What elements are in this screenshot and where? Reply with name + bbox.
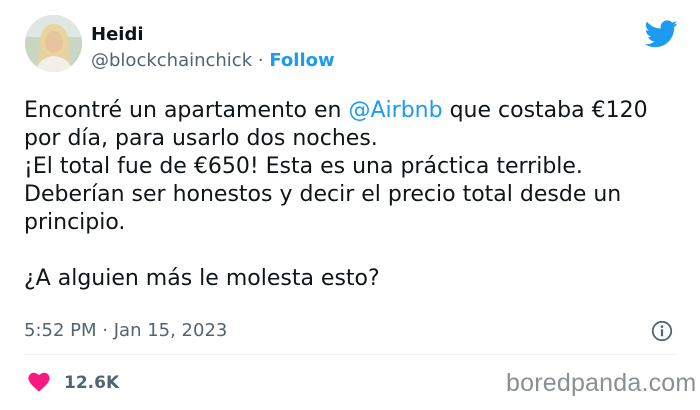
mention-link[interactable]: @Airbnb — [348, 98, 442, 123]
tweet-line-2: por día, para usarlo dos noches. — [24, 126, 378, 151]
tweet-text: Encontré un apartamento en @Airbnb que c… — [24, 97, 684, 293]
author-handle-row: @blockchainchick · Follow — [91, 50, 335, 72]
twitter-bird-icon[interactable] — [645, 20, 678, 48]
tweet-line-1: Encontré un apartamento en @Airbnb que c… — [24, 97, 684, 125]
tweet-line-7: ¿A alguien más le molesta esto? — [24, 266, 380, 291]
tweet-line-4: Deberían ser honestos y decir el precio … — [24, 182, 622, 207]
like-count[interactable]: 12.6K — [64, 372, 119, 394]
avatar[interactable] — [25, 15, 82, 72]
tweet-date: Jan 15, 2023 — [113, 320, 228, 341]
handle-separator: · — [257, 50, 264, 71]
author-name[interactable]: Heidi — [91, 24, 144, 46]
tweet-time: 5:52 PM — [24, 320, 97, 341]
follow-button[interactable]: Follow — [269, 50, 334, 71]
watermark: boredpanda.com — [506, 369, 697, 397]
author-handle[interactable]: @blockchainchick — [91, 50, 252, 71]
tweet-line-1-text-end: que costaba €120 — [442, 98, 648, 123]
tweet-card: Heidi @blockchainchick · Follow Encontré… — [0, 0, 700, 410]
tweet-timestamp[interactable]: 5:52 PM · Jan 15, 2023 — [24, 320, 227, 342]
timestamp-separator: · — [102, 320, 108, 341]
heart-icon[interactable] — [28, 372, 50, 392]
divider — [24, 354, 676, 355]
tweet-line-5: principio. — [24, 210, 126, 235]
tweet-line-3: ¡El total fue de €650! Esta es una práct… — [24, 154, 583, 179]
tweet-line-1-text: Encontré un apartamento en — [24, 98, 349, 123]
info-icon[interactable] — [651, 320, 673, 342]
tweet-line-6 — [24, 237, 684, 265]
